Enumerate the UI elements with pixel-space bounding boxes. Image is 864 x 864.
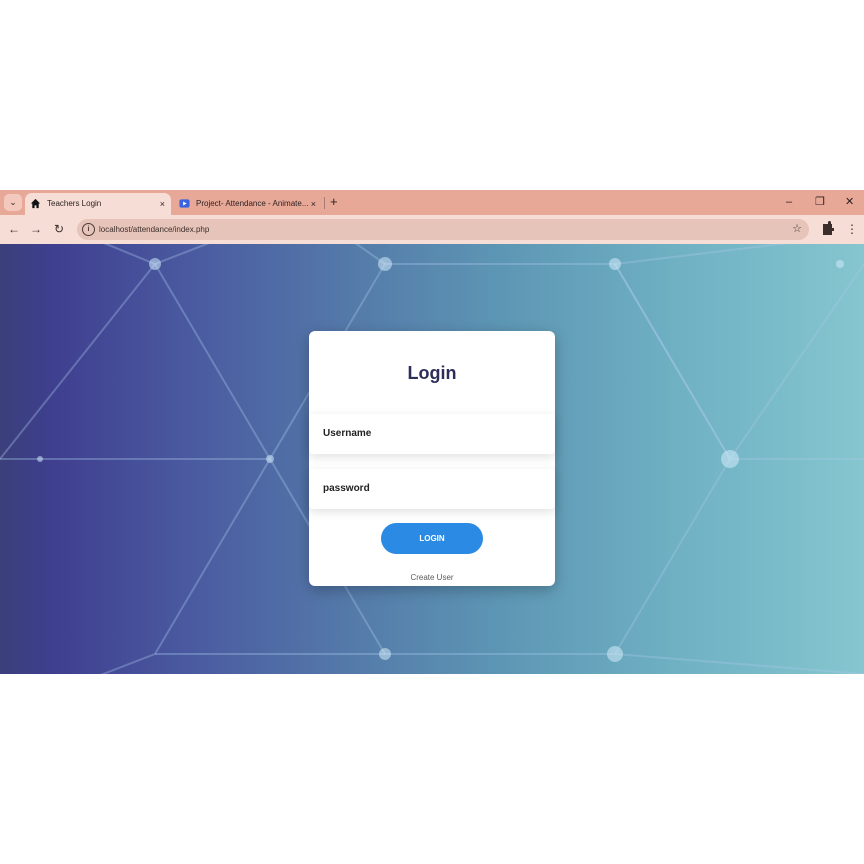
forward-button[interactable]: → xyxy=(28,221,44,237)
tab-close-button[interactable]: × xyxy=(160,193,165,215)
video-icon xyxy=(179,199,190,208)
reload-button[interactable]: ↻ xyxy=(51,221,67,237)
url-text[interactable]: localhost/attendance/index.php xyxy=(99,219,209,240)
close-window-button[interactable]: ✕ xyxy=(845,193,854,211)
create-user-link[interactable]: Create User xyxy=(309,573,555,582)
tab-bar: ⌄ Teachers Login × Project- Attendance -… xyxy=(0,190,864,215)
username-input[interactable]: Username xyxy=(309,414,555,454)
tab-divider xyxy=(324,197,325,209)
bookmark-star-icon[interactable]: ☆ xyxy=(792,219,802,240)
site-info-icon[interactable]: i xyxy=(82,223,95,236)
browser-toolbar: ← → ↻ i localhost/attendance/index.php ☆… xyxy=(0,215,864,244)
restore-button[interactable]: ❐ xyxy=(815,193,825,211)
browser-window: ⌄ Teachers Login × Project- Attendance -… xyxy=(0,190,864,674)
home-icon xyxy=(30,198,41,209)
address-bar[interactable]: i localhost/attendance/index.php ☆ xyxy=(77,219,809,240)
back-button[interactable]: ← xyxy=(6,221,22,237)
login-card: Login Username password LOGIN Create Use… xyxy=(309,331,555,586)
minimize-button[interactable]: – xyxy=(786,193,792,211)
tab-title: Project- Attendance - Animate... xyxy=(196,199,309,208)
tab-project-attendance[interactable]: Project- Attendance - Animate... × xyxy=(174,193,322,215)
login-button[interactable]: LOGIN xyxy=(381,523,483,554)
tab-teachers-login[interactable]: Teachers Login × xyxy=(25,193,171,215)
password-input[interactable]: password xyxy=(309,469,555,509)
browser-menu-button[interactable]: ⋮ xyxy=(846,221,858,237)
new-tab-button[interactable]: + xyxy=(330,193,338,211)
extension-icon[interactable] xyxy=(820,221,834,237)
tab-close-button[interactable]: × xyxy=(311,193,316,215)
login-title: Login xyxy=(407,363,457,383)
tab-search-button[interactable]: ⌄ xyxy=(4,194,22,211)
tab-title: Teachers Login xyxy=(47,199,102,208)
page-viewport: Login Username password LOGIN Create Use… xyxy=(0,244,864,674)
